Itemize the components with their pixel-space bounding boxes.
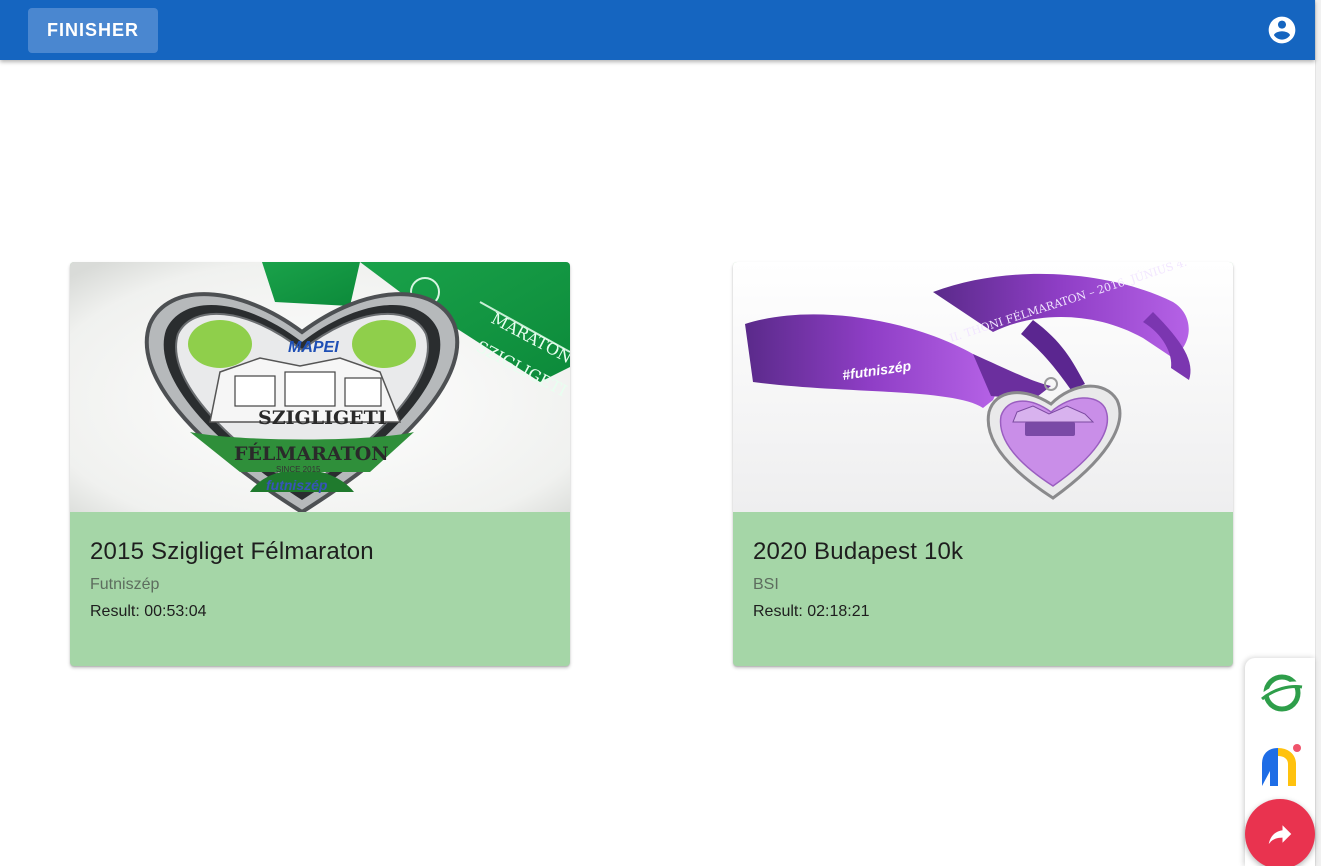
page: FINISHER MARATON SZIGLIGETI MAPEI SZIGLI… <box>0 0 1321 866</box>
green-swoosh-logo-icon[interactable] <box>1255 668 1305 718</box>
card-organizer: BSI <box>753 576 779 593</box>
svg-text:SINCE 2015: SINCE 2015 <box>276 465 321 474</box>
svg-text:futniszép: futniszép <box>266 477 328 493</box>
card-result: Result: 00:53:04 <box>90 603 207 620</box>
svg-text:SZIGLIGETI: SZIGLIGETI <box>258 407 387 429</box>
card-title: 2015 Szigliget Félmaraton <box>90 538 374 565</box>
app-bar: FINISHER <box>0 0 1315 60</box>
share-arrow-icon <box>1268 825 1292 844</box>
scrollbar[interactable] <box>1315 0 1321 866</box>
svg-text:FÉLMARATON: FÉLMARATON <box>234 442 389 465</box>
finisher-home-button[interactable]: FINISHER <box>28 8 158 53</box>
finisher-card[interactable]: MARATON SZIGLIGETI MAPEI SZIGLIGETI FÉLM… <box>70 262 570 666</box>
purple-heart-medal-image: #futniszép II. THONI FÉLMARATON – 2016. … <box>733 262 1233 512</box>
card-result: Result: 02:18:21 <box>753 603 870 620</box>
account-button[interactable] <box>1264 12 1300 48</box>
card-title: 2020 Budapest 10k <box>753 538 964 565</box>
card-organizer: Futniszép <box>90 576 160 593</box>
nota-n-logo-icon[interactable] <box>1255 741 1305 791</box>
svg-text:MAPEI: MAPEI <box>288 339 339 356</box>
finisher-card[interactable]: #futniszép II. THONI FÉLMARATON – 2016. … <box>733 262 1233 666</box>
share-button[interactable] <box>1245 799 1315 866</box>
account-circle-icon <box>1268 16 1296 44</box>
green-heart-medal-image: MARATON SZIGLIGETI MAPEI SZIGLIGETI FÉLM… <box>70 262 570 512</box>
